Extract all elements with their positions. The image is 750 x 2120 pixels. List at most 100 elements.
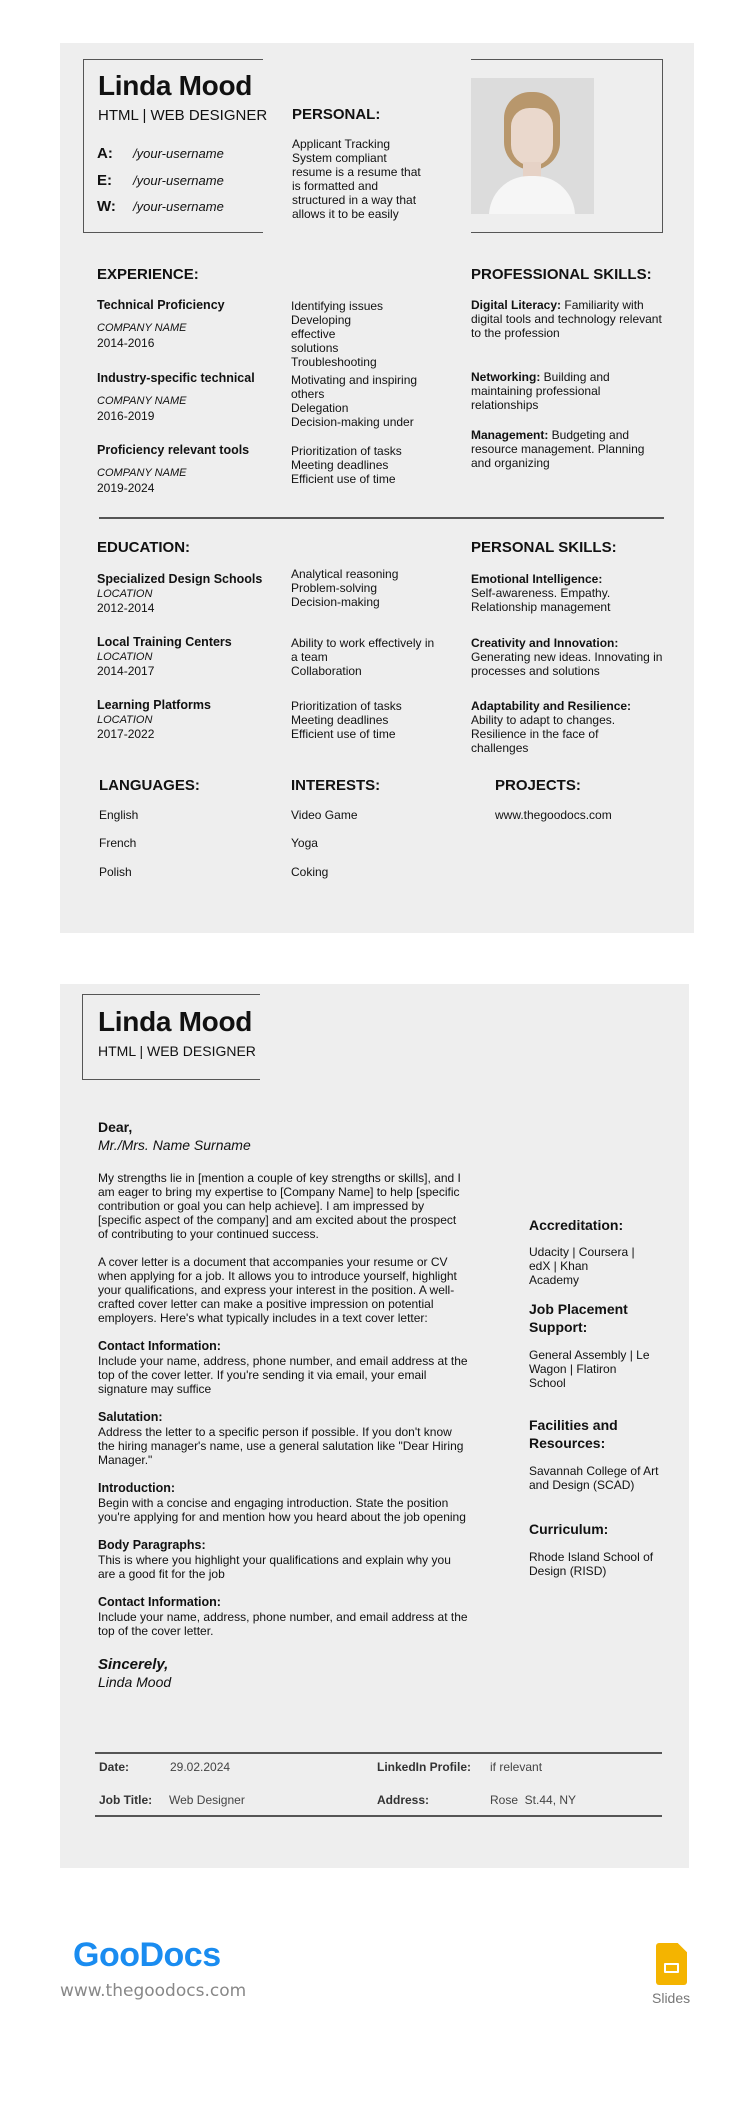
profile-photo xyxy=(471,78,594,214)
section-heading: Salutation: xyxy=(98,1410,163,1424)
skill-item: Troubleshooting xyxy=(291,355,377,369)
address-label: Address: xyxy=(377,1793,430,1807)
job-title-value: Web Designer xyxy=(169,1793,245,1807)
skill-title: Emotional Intelligence: xyxy=(471,572,603,586)
interest-item: Video Game xyxy=(291,808,358,822)
professional-skills-heading: PROFESSIONAL SKILLS: xyxy=(471,266,652,283)
date-value: 29.02.2024 xyxy=(170,1760,231,1774)
education-item: Specialized Design Schools LOCATION 2012… xyxy=(97,572,262,615)
contact-value: /your-username xyxy=(133,199,224,214)
date-label: Date: xyxy=(99,1760,130,1774)
skill-title: Creativity and Innovation: xyxy=(471,636,619,650)
skill-text: Ability to adapt to changes. Resilience … xyxy=(471,713,616,755)
education-skills: Analytical reasoning Problem-solving Dec… xyxy=(291,567,436,609)
language-item: Polish xyxy=(99,865,132,879)
education-item: Local Training Centers LOCATION 2014-201… xyxy=(97,635,232,678)
resume-name: Linda Mood xyxy=(98,70,253,101)
experience-skills: Identifying issues Developing effective … xyxy=(291,299,431,369)
section-heading: Introduction: xyxy=(98,1481,176,1495)
address-value: Rose St.44, NY xyxy=(490,1793,577,1807)
skill-item: Decision-making xyxy=(291,595,380,609)
personal-skill: Adaptability and Resilience: Ability to a… xyxy=(471,699,666,755)
letter-paragraph: A cover letter is a document that accomp… xyxy=(98,1255,457,1325)
education-item: Learning Platforms LOCATION 2017-2022 xyxy=(97,698,211,741)
skill-item: Decision-making under xyxy=(291,415,414,429)
skill-item: Problem-solving xyxy=(291,581,378,595)
professional-skill: Networking: Building and maintaining pro… xyxy=(471,370,666,412)
education-years: 2017-2022 xyxy=(97,727,155,741)
skill-title: Adaptability and Resilience: xyxy=(471,699,632,713)
letter-recipient: Mr./Mrs. Name Surname xyxy=(98,1137,251,1153)
section-divider xyxy=(99,517,664,519)
contact-label: A: xyxy=(97,145,113,162)
skill-title: Networking: xyxy=(471,370,541,384)
experience-skills: Motivating and inspiring others Delegati… xyxy=(291,373,431,429)
section-text: Address the letter to a specific person … xyxy=(98,1425,464,1467)
education-heading: EDUCATION: xyxy=(97,539,191,556)
interest-item: Yoga xyxy=(291,836,318,850)
experience-heading: EXPERIENCE: xyxy=(97,266,199,283)
company-name: COMPANY NAME xyxy=(97,322,187,334)
section-heading: Contact Information: xyxy=(98,1595,221,1609)
skill-item: Ability to work effectively in a team xyxy=(291,636,435,664)
contact-label: E: xyxy=(97,172,112,189)
contact-label: W: xyxy=(97,198,116,215)
skill-item: Meeting deadlines xyxy=(291,713,389,727)
language-item: English xyxy=(99,808,139,822)
letter-signature: Linda Mood xyxy=(98,1674,172,1690)
language-item: French xyxy=(99,836,137,850)
interest-item: Coking xyxy=(291,865,329,879)
goodocs-logo[interactable]: GooDocs xyxy=(73,1936,221,1975)
contact-value: /your-username xyxy=(133,173,224,188)
experience-years: 2019-2024 xyxy=(97,481,155,495)
professional-skill: Digital Literacy: Familiarity with digit… xyxy=(471,298,666,340)
education-years: 2012-2014 xyxy=(97,601,155,615)
sidebar-text: Savannah College of Art and Design (SCAD… xyxy=(529,1464,659,1492)
experience-years: 2016-2019 xyxy=(97,409,155,423)
school-name: Local Training Centers xyxy=(97,635,232,649)
experience-title: Proficiency relevant tools xyxy=(97,443,250,457)
skill-item: Motivating and inspiring others xyxy=(291,373,418,401)
skill-item: Meeting deadlines xyxy=(291,458,389,472)
interests-heading: INTERESTS: xyxy=(291,777,381,794)
personal-skill: Creativity and Innovation: Generating new… xyxy=(471,636,666,678)
school-location: LOCATION xyxy=(97,651,153,663)
slides-icon xyxy=(656,1943,687,1985)
education-skills: Prioritization of tasks Meeting deadline… xyxy=(291,699,436,741)
section-text: Include your name, address, phone number… xyxy=(98,1610,468,1638)
experience-item: Technical Proficiency COMPANY NAME 2014-… xyxy=(97,298,225,350)
education-skills: Ability to work effectively in a team Co… xyxy=(291,636,436,678)
sidebar-heading: Job Placement Support: xyxy=(529,1301,628,1335)
letter-name: Linda Mood xyxy=(98,1006,253,1037)
experience-item: Proficiency relevant tools COMPANY NAME … xyxy=(97,443,249,495)
experience-skills: Prioritization of tasks Meeting deadline… xyxy=(291,444,431,486)
school-name: Learning Platforms xyxy=(97,698,211,712)
skill-item: Developing effective solutions xyxy=(291,313,352,355)
skill-item: Prioritization of tasks xyxy=(291,699,402,713)
linkedin-label: LinkedIn Profile: xyxy=(377,1760,472,1774)
professional-skill: Management: Budgeting and resource manag… xyxy=(471,428,666,470)
skill-item: Collaboration xyxy=(291,664,362,678)
experience-title: Technical Proficiency xyxy=(97,298,225,312)
skill-title: Management: xyxy=(471,428,549,442)
school-location: LOCATION xyxy=(97,714,153,726)
sidebar-heading: Accreditation: xyxy=(529,1217,624,1233)
experience-years: 2014-2016 xyxy=(97,336,155,350)
sidebar-text: Udacity | Coursera | edX | Khan Academy xyxy=(529,1245,635,1287)
skill-item: Analytical reasoning xyxy=(291,567,399,581)
footer-rule-bottom xyxy=(95,1815,662,1817)
letter-greeting: Dear, xyxy=(98,1119,133,1135)
sidebar-section: Facilities and Resources: Savannah Colle… xyxy=(529,1416,669,1492)
sidebar-heading: Facilities and Resources: xyxy=(529,1417,618,1451)
letter-section: Body Paragraphs: This is where you highl… xyxy=(98,1538,470,1581)
letter-paragraph: My strengths lie in [mention a couple of… xyxy=(98,1171,461,1241)
contact-value: /your-username xyxy=(133,146,224,161)
company-name: COMPANY NAME xyxy=(97,395,187,407)
skill-text: Self-awareness. Empathy. Relationship ma… xyxy=(471,586,611,614)
project-link[interactable]: www.thegoodocs.com xyxy=(495,808,612,822)
skill-item: Efficient use of time xyxy=(291,727,396,741)
goodocs-url[interactable]: www.thegoodocs.com xyxy=(60,1981,246,2001)
letter-subtitle: HTML | WEB DESIGNER xyxy=(98,1043,256,1059)
letter-section: Contact Information: Include your name, … xyxy=(98,1339,470,1396)
languages-heading: LANGUAGES: xyxy=(99,777,200,794)
